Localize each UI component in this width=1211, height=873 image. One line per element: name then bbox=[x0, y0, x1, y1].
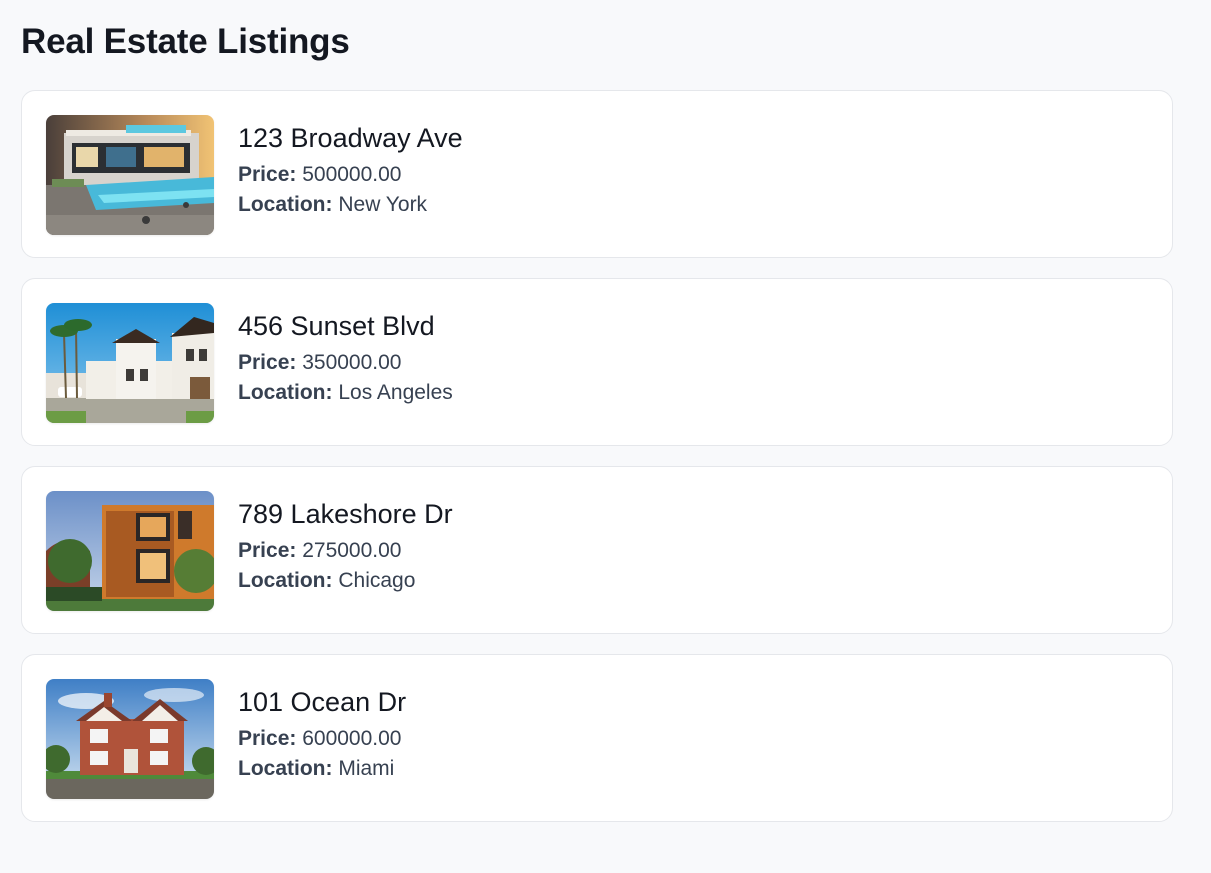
listing-address[interactable]: 101 Ocean Dr bbox=[238, 684, 406, 720]
listing-info: 101 Ocean Dr Price: 600000.00 Location: … bbox=[238, 679, 406, 783]
listing-photo[interactable] bbox=[46, 115, 214, 235]
listing-location: Location: Miami bbox=[238, 755, 406, 783]
listing-location: Location: New York bbox=[238, 191, 463, 219]
listing-card[interactable]: 456 Sunset Blvd Price: 350000.00 Locatio… bbox=[21, 278, 1173, 446]
listing-price: Price: 275000.00 bbox=[238, 537, 453, 565]
listing-location: Location: Los Angeles bbox=[238, 379, 453, 407]
location-label: Location: bbox=[238, 381, 333, 404]
brick-house-image bbox=[46, 679, 214, 799]
location-value: Chicago bbox=[338, 569, 416, 592]
price-value: 600000.00 bbox=[302, 727, 402, 750]
listing-card[interactable]: 101 Ocean Dr Price: 600000.00 Location: … bbox=[21, 654, 1173, 822]
price-value: 350000.00 bbox=[302, 351, 402, 374]
location-value: Miami bbox=[338, 757, 395, 780]
modern-house-image bbox=[46, 491, 214, 611]
listing-info: 789 Lakeshore Dr Price: 275000.00 Locati… bbox=[238, 491, 453, 595]
listing-price: Price: 500000.00 bbox=[238, 161, 463, 189]
location-label: Location: bbox=[238, 569, 333, 592]
listing-address[interactable]: 789 Lakeshore Dr bbox=[238, 496, 453, 532]
listing-info: 123 Broadway Ave Price: 500000.00 Locati… bbox=[238, 115, 463, 219]
listing-card[interactable]: 789 Lakeshore Dr Price: 275000.00 Locati… bbox=[21, 466, 1173, 634]
listing-address[interactable]: 123 Broadway Ave bbox=[238, 120, 463, 156]
location-label: Location: bbox=[238, 757, 333, 780]
mediterranean-villa-image bbox=[46, 303, 214, 423]
price-value: 275000.00 bbox=[302, 539, 402, 562]
listing-location: Location: Chicago bbox=[238, 567, 453, 595]
listing-info: 456 Sunset Blvd Price: 350000.00 Locatio… bbox=[238, 303, 453, 407]
location-label: Location: bbox=[238, 193, 333, 216]
location-value: New York bbox=[338, 193, 428, 216]
listing-photo[interactable] bbox=[46, 491, 214, 611]
price-label: Price: bbox=[238, 539, 297, 562]
listing-list: 123 Broadway Ave Price: 500000.00 Locati… bbox=[21, 90, 1173, 822]
page: Real Estate Listings 123 Broadway Ave Pr… bbox=[0, 0, 1211, 873]
listing-photo[interactable] bbox=[46, 679, 214, 799]
listing-price: Price: 350000.00 bbox=[238, 349, 453, 377]
listing-card[interactable]: 123 Broadway Ave Price: 500000.00 Locati… bbox=[21, 90, 1173, 258]
location-value: Los Angeles bbox=[338, 381, 453, 404]
page-title: Real Estate Listings bbox=[21, 22, 350, 61]
price-label: Price: bbox=[238, 163, 297, 186]
luxury-villa-image bbox=[46, 115, 214, 235]
listing-address[interactable]: 456 Sunset Blvd bbox=[238, 308, 453, 344]
price-value: 500000.00 bbox=[302, 163, 402, 186]
listing-photo[interactable] bbox=[46, 303, 214, 423]
price-label: Price: bbox=[238, 351, 297, 374]
price-label: Price: bbox=[238, 727, 297, 750]
listing-price: Price: 600000.00 bbox=[238, 725, 406, 753]
